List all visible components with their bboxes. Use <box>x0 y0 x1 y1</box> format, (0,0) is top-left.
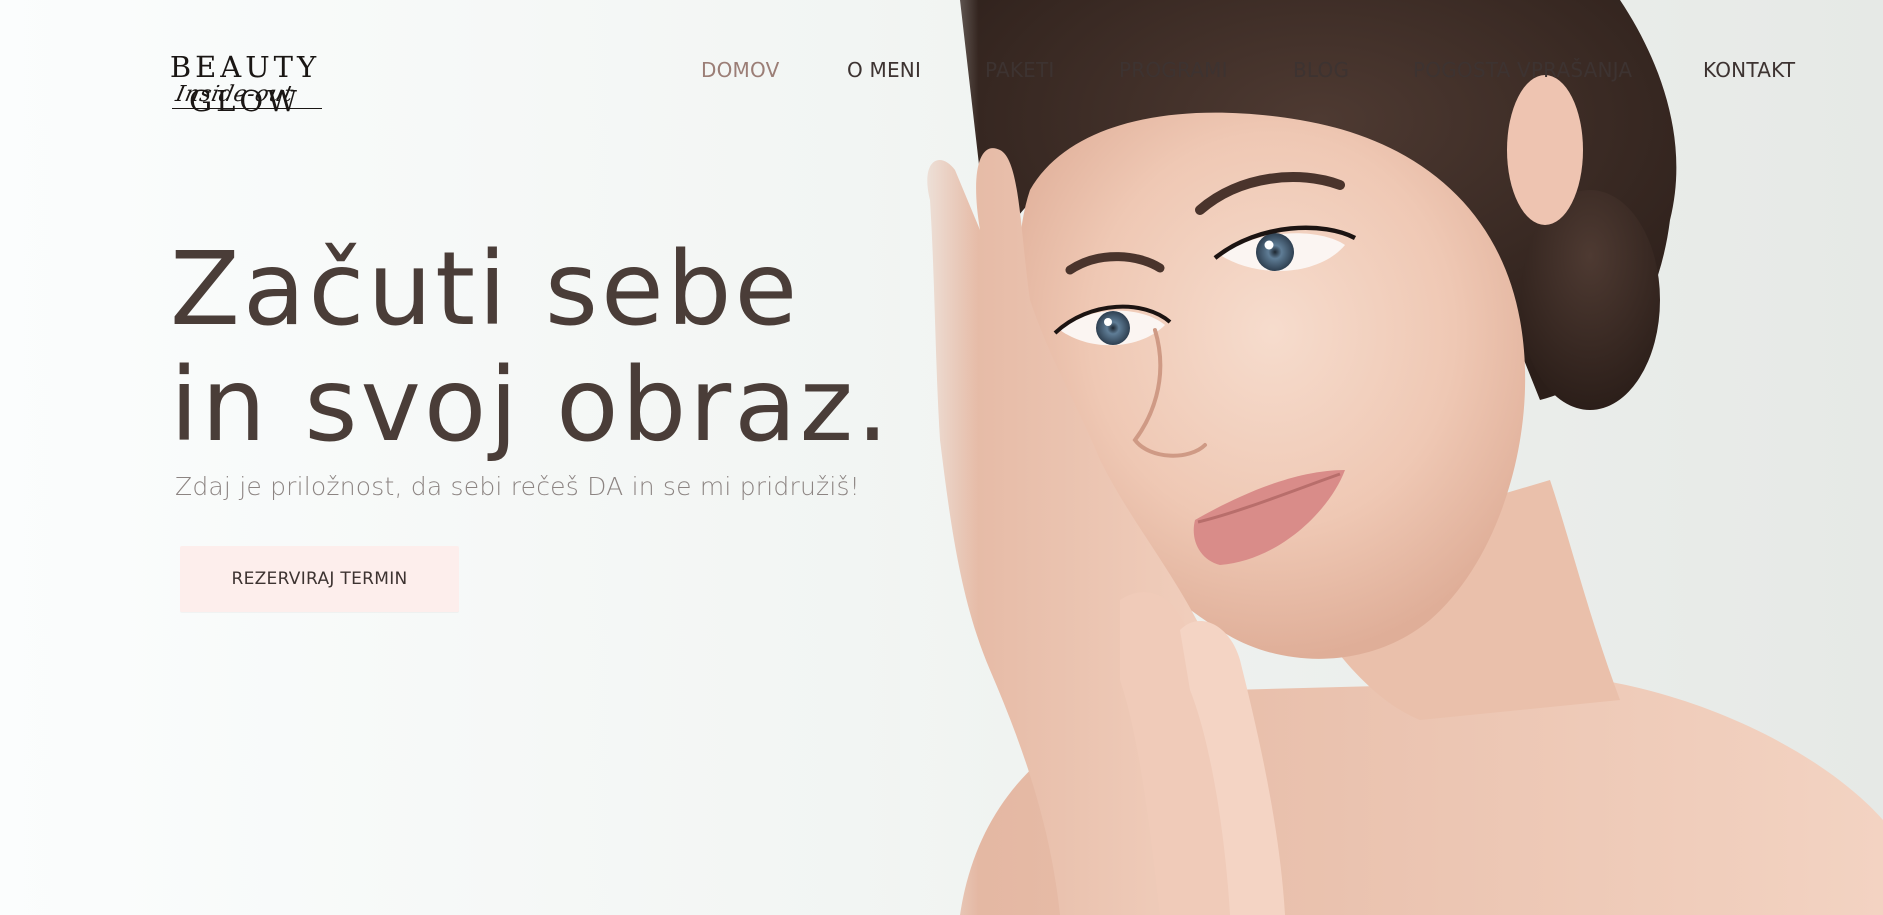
hero-title-line-1: Začuti sebe <box>170 230 801 349</box>
site-logo[interactable]: BEAUTY GLOW Inside-out <box>110 50 380 118</box>
logo-underline <box>172 108 322 109</box>
logo-tagline: Inside-out <box>173 82 296 107</box>
nav-item-blog[interactable]: BLOG <box>1293 58 1349 82</box>
hero-title: Začuti sebe in svoj obraz. <box>170 232 892 464</box>
nav-item-programi[interactable]: PROGRAMI <box>1119 58 1228 82</box>
hero-subtitle: Zdaj je priložnost, da sebi rečeš DA in … <box>175 472 860 501</box>
nav-item-pogosta-vprasanja[interactable]: POGOSTA VPRAŠANJA <box>1413 58 1632 82</box>
nav-item-kontakt[interactable]: KONTAKT <box>1703 58 1795 82</box>
book-appointment-button[interactable]: REZERVIRAJ TERMIN <box>180 546 459 612</box>
nav-item-o-meni[interactable]: O MENI <box>847 58 921 82</box>
nav-item-domov[interactable]: DOMOV <box>701 58 779 82</box>
hero-title-line-2: in svoj obraz. <box>170 346 892 465</box>
site-header: BEAUTY GLOW Inside-out DOMOV O MENI PAKE… <box>0 0 1883 150</box>
nav-item-paketi[interactable]: PAKETI <box>985 58 1055 82</box>
